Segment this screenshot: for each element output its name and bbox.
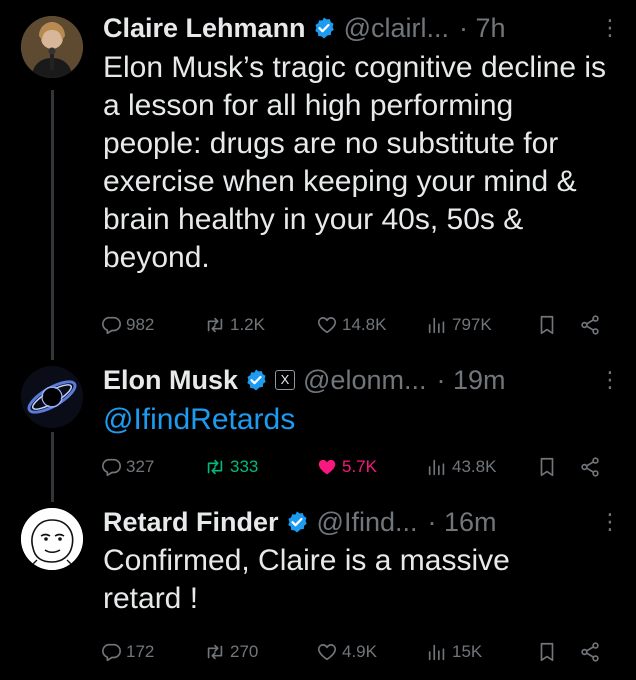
bookmark-icon <box>536 456 558 478</box>
like-button[interactable]: 4.9K <box>316 637 377 667</box>
reply-button[interactable]: 172 <box>100 637 154 667</box>
x-affiliation-badge-icon[interactable]: X <box>275 370 296 390</box>
avatar[interactable] <box>21 16 83 78</box>
author-name[interactable]: Retard Finder <box>103 504 279 540</box>
views-count: 15K <box>452 642 483 661</box>
tweet-retard-finder[interactable]: Retard Finder @Ifind... · 16m ⋮ Confirme… <box>0 490 636 680</box>
more-options-icon[interactable]: ⋮ <box>599 362 621 398</box>
tweet-elon-musk[interactable]: Elon Musk X @elonm... · 19m ⋮ @IfindReta… <box>0 350 636 490</box>
retweet-count: 1.2K <box>230 315 265 334</box>
retweet-count: 270 <box>230 642 259 661</box>
share-button[interactable] <box>579 310 605 340</box>
like-icon <box>316 641 338 663</box>
tweet-text: Elon Musk’s tragic cognitive decline is … <box>103 51 607 274</box>
author-handle[interactable]: @clairl... <box>344 10 449 46</box>
reply-count: 982 <box>126 315 155 334</box>
verified-badge-icon <box>312 16 336 40</box>
tweet-header: Elon Musk X @elonm... · 19m ⋮ <box>103 362 621 398</box>
bookmark-button[interactable] <box>536 452 562 482</box>
retweet-button[interactable]: 333 <box>204 452 258 482</box>
bookmark-icon <box>536 314 558 336</box>
views-button[interactable]: 43.8K <box>426 452 496 482</box>
action-bar: 982 1.2K 14.8K 797K <box>100 310 620 340</box>
retweet-icon <box>204 456 226 478</box>
like-button[interactable]: 14.8K <box>316 310 386 340</box>
tweet-header: Retard Finder @Ifind... · 16m ⋮ <box>103 504 621 540</box>
retweet-count: 333 <box>230 457 259 476</box>
author-handle[interactable]: @elonm... <box>303 362 426 398</box>
like-count: 14.8K <box>342 315 387 334</box>
black-hole-avatar-icon <box>21 366 83 428</box>
timestamp[interactable]: · 16m <box>427 504 496 540</box>
avatar[interactable] <box>21 366 83 428</box>
like-count: 5.7K <box>342 457 377 476</box>
author-name[interactable]: Elon Musk <box>103 362 238 398</box>
bookmark-icon <box>536 641 558 663</box>
tweet-header: Claire Lehmann @clairl... · 7h ⋮ <box>103 10 621 46</box>
like-count: 4.9K <box>342 642 377 661</box>
more-options-icon[interactable]: ⋮ <box>599 504 621 540</box>
views-icon <box>426 641 448 663</box>
views-button[interactable]: 797K <box>426 310 492 340</box>
reply-count: 327 <box>126 457 155 476</box>
action-bar: 327 333 5.7K 43.8K <box>100 452 620 482</box>
reply-button[interactable]: 327 <box>100 452 154 482</box>
like-icon <box>316 314 338 336</box>
reply-icon <box>100 641 122 663</box>
share-icon <box>579 314 601 336</box>
reply-count: 172 <box>126 642 155 661</box>
reply-icon <box>100 314 122 336</box>
like-button[interactable]: 5.7K <box>316 452 377 482</box>
timestamp[interactable]: · 7h <box>459 10 506 46</box>
retweet-button[interactable]: 270 <box>204 637 258 667</box>
tweet-text: Confirmed, Claire is a massive retard ! <box>103 544 510 615</box>
share-icon <box>579 456 601 478</box>
tweet-claire-lehmann[interactable]: Claire Lehmann @clairl... · 7h ⋮ Elon Mu… <box>0 0 636 350</box>
timestamp[interactable]: · 19m <box>436 362 505 398</box>
bookmark-button[interactable] <box>536 310 562 340</box>
author-handle[interactable]: @Ifind... <box>317 504 418 540</box>
views-icon <box>426 456 448 478</box>
liked-heart-icon <box>316 456 338 478</box>
share-button[interactable] <box>579 637 605 667</box>
avatar[interactable] <box>21 508 83 570</box>
retweet-icon <box>204 641 226 663</box>
author-name[interactable]: Claire Lehmann <box>103 10 306 46</box>
share-icon <box>579 641 601 663</box>
mention-link[interactable]: @IfindRetards <box>103 403 295 436</box>
retweet-button[interactable]: 1.2K <box>204 310 265 340</box>
views-count: 797K <box>452 315 492 334</box>
reply-button[interactable]: 982 <box>100 310 154 340</box>
verified-badge-icon <box>244 368 268 392</box>
retweet-icon <box>204 314 226 336</box>
more-options-icon[interactable]: ⋮ <box>599 10 621 46</box>
share-button[interactable] <box>579 452 605 482</box>
action-bar: 172 270 4.9K 15K <box>100 637 620 667</box>
meme-face-avatar-icon <box>21 508 83 570</box>
verified-badge-icon <box>285 510 309 534</box>
views-count: 43.8K <box>452 457 497 476</box>
views-button[interactable]: 15K <box>426 637 482 667</box>
reply-icon <box>100 456 122 478</box>
bookmark-button[interactable] <box>536 637 562 667</box>
views-icon <box>426 314 448 336</box>
tweet-text: @IfindRetards <box>103 401 618 439</box>
profile-photo-icon <box>21 16 83 78</box>
